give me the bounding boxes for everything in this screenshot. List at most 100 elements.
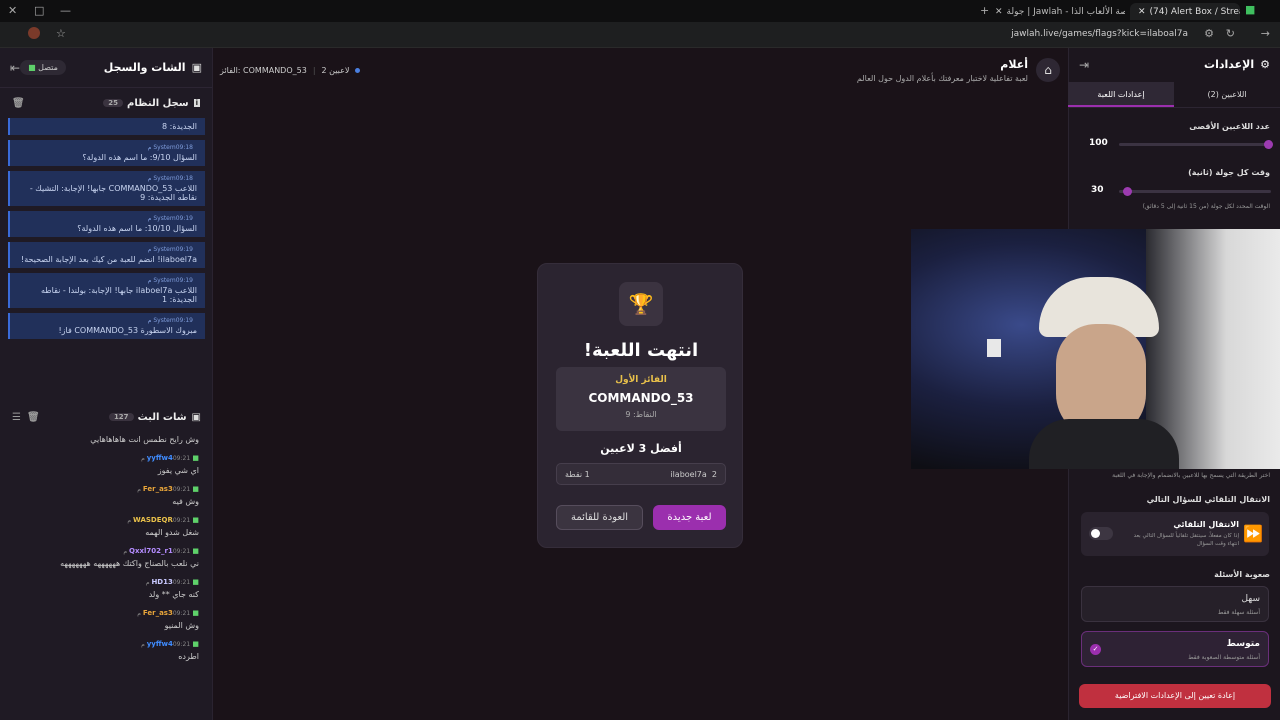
modal-title: انتهت اللعبة! bbox=[583, 340, 699, 361]
trash-icon[interactable]: 🗑 bbox=[12, 98, 25, 109]
profile-avatar[interactable] bbox=[28, 27, 40, 39]
chat-bubble-icon: ▣ bbox=[191, 61, 202, 74]
difficulty-easy-option[interactable]: سهل أسئلة سهلة فقط bbox=[1081, 586, 1269, 622]
chat-username[interactable]: Fer_as3 bbox=[143, 485, 173, 493]
chat-message-meta: ■ Fer_as309:21 م bbox=[10, 609, 199, 617]
syslog-entry: System09:19 م مبروك الاسطورة COMMANDO_53 … bbox=[8, 313, 205, 339]
syslog-entry: System09:19 م اللاعب ilaboel7a جابها! الإ… bbox=[8, 273, 205, 308]
leader-score: 1 نقطة bbox=[565, 469, 590, 479]
reload-icon[interactable]: ↻ bbox=[1226, 27, 1235, 40]
auto-next-section: الانتقال التلقائي للسؤال التالي bbox=[1146, 495, 1270, 504]
chat-username[interactable]: yyffw4 bbox=[147, 454, 173, 462]
window-close-icon[interactable]: ✕ bbox=[8, 4, 17, 17]
chat-text: وش رايح نطمس انت هاهاهاهايي bbox=[90, 435, 199, 444]
join-hint: اختر الطريقة التي يسمح بها للاعبين بالان… bbox=[1112, 472, 1270, 479]
auto-next-title: الانتقال التلقائي bbox=[1173, 520, 1239, 529]
players-count: 2 لاعبين bbox=[321, 66, 350, 75]
trash-icon[interactable]: 🗑 bbox=[27, 412, 40, 423]
chat-message: ■ HD1309:21 م كنه جاي ** ولد bbox=[0, 574, 213, 605]
extension-icon[interactable]: ■ bbox=[1245, 3, 1255, 16]
kick-icon: ■ bbox=[190, 547, 199, 555]
chat-panel-header: ⇤ ■ متصل الشات والسجل ▣ bbox=[0, 48, 212, 88]
tab-streamlabs[interactable]: ✕ (74) Alert Box / Streamlabs bbox=[1130, 3, 1240, 20]
window-minimize-icon[interactable]: — bbox=[60, 4, 71, 17]
tab-players[interactable]: اللاعبين (2) bbox=[1174, 82, 1280, 107]
back-icon[interactable]: → bbox=[1261, 27, 1270, 40]
webcam-shirt bbox=[1029, 419, 1179, 469]
syslog-text: مبروك الاسطورة COMMANDO_53 فاز! bbox=[58, 326, 197, 335]
round-time-hint: الوقت المحدد لكل جولة (من 15 ثانية إلى 5… bbox=[1142, 203, 1270, 210]
filter-icon[interactable]: ☰ bbox=[12, 412, 21, 423]
browser-tab-bar: ✕ □ — ✕ (74) Alert Box / Streamlabs ✕ جو… bbox=[0, 0, 1280, 22]
winner-label: الفائز: COMMANDO_53 bbox=[220, 66, 307, 75]
collapse-panel-icon[interactable]: ⇤ bbox=[10, 61, 20, 75]
chat-username[interactable]: Fer_as3 bbox=[143, 609, 173, 617]
chat-message-meta: ■ Qxxl702_r109:21 م bbox=[10, 547, 199, 555]
max-players-slider[interactable] bbox=[1119, 140, 1273, 149]
fast-forward-icon: ⏩ bbox=[1243, 524, 1263, 543]
collapse-panel-icon[interactable]: ⇥ bbox=[1079, 58, 1089, 72]
status-badge: ■ متصل bbox=[20, 60, 66, 75]
address-bar: ☆ jawlah.live/games/flags?kick=ilaboal7a… bbox=[0, 22, 1280, 48]
kick-icon: ■ bbox=[190, 578, 199, 586]
leader-rank: 2 bbox=[711, 469, 717, 479]
syslog-title: سجل النظام bbox=[127, 97, 189, 109]
auto-next-toggle[interactable] bbox=[1089, 527, 1113, 540]
chat-username[interactable]: HD13 bbox=[151, 578, 172, 586]
chat-text: شغل شدو الهمه bbox=[145, 528, 199, 537]
difficulty-medium-option[interactable]: متوسط أسئلة متوسطة الصعوبة فقط ✓ bbox=[1081, 631, 1269, 667]
chat-username[interactable]: yyffw4 bbox=[147, 640, 173, 648]
slider-handle[interactable] bbox=[1263, 140, 1273, 149]
game-top-bar: الفائز: COMMANDO_53 | 2 لاعبين أعلام لعب… bbox=[220, 58, 1060, 102]
tab-jawlah[interactable]: ✕ جولة | Jawlah - منصة الألعاب الذا bbox=[995, 3, 1125, 20]
star-icon[interactable]: ☆ bbox=[56, 27, 66, 40]
url-field[interactable]: jawlah.live/games/flags?kick=ilaboal7a bbox=[1011, 29, 1188, 39]
auto-next-desc: إذا كان مفعلاً، سينتقل تلقائياً للسؤال ا… bbox=[1133, 533, 1239, 547]
close-icon[interactable]: ✕ bbox=[1138, 7, 1146, 17]
close-icon[interactable]: ✕ bbox=[995, 7, 1003, 17]
syslog-text: الجديدة: 8 bbox=[162, 122, 197, 131]
syslog-entry-meta: System09:18 م bbox=[18, 144, 197, 151]
chat-message: وش رايح نطمس انت هاهاهاهايي bbox=[0, 431, 213, 450]
reset-defaults-button[interactable]: إعادة تعيين إلى الإعدادات الافتراضية bbox=[1079, 684, 1271, 708]
easy-title: سهل bbox=[1241, 594, 1260, 604]
new-tab-icon[interactable]: + bbox=[980, 4, 989, 17]
back-to-menu-button[interactable]: العودة للقائمة bbox=[556, 505, 643, 530]
syslog-entry-meta: System09:19 م bbox=[18, 246, 197, 253]
syslog-sender: System bbox=[153, 144, 176, 151]
chat-username[interactable]: Qxxl702_r1 bbox=[129, 547, 173, 555]
chat-text: وش المنيو bbox=[164, 621, 199, 630]
webcam-overlay bbox=[911, 229, 1280, 469]
chat-bubble-icon: ▣ bbox=[191, 411, 201, 423]
chat-text: كنه جاي ** ولد bbox=[148, 590, 199, 599]
slider-handle[interactable] bbox=[1122, 187, 1132, 196]
syslog-count: 25 bbox=[103, 99, 124, 107]
syslog-entry: System09:18 م اللاعب COMMANDO_53 جابها! ا… bbox=[8, 171, 205, 206]
livechat-count: 127 bbox=[108, 413, 134, 421]
window-maximize-icon[interactable]: □ bbox=[34, 4, 44, 17]
game-description: لعبة تفاعلية لاختبار معرفتك بأعلام الدول… bbox=[856, 74, 1028, 83]
livechat-header: ☰ 🗑 127 شات البث ▣ bbox=[0, 406, 213, 428]
home-button[interactable]: ⌂ bbox=[1036, 58, 1060, 82]
game-title: أعلام bbox=[1000, 58, 1028, 71]
syslog-list: الجديدة: 8 System09:18 م السؤال 9/10: ما ا… bbox=[8, 118, 205, 398]
winner-name: COMMANDO_53 bbox=[588, 391, 694, 405]
syslog-text: ilaboel7a! انضم للعبة من كيك بعد الإجابة… bbox=[21, 255, 197, 264]
round-time-value: 30 bbox=[1091, 185, 1104, 195]
medium-title: متوسط bbox=[1226, 639, 1260, 649]
tab-game-settings[interactable]: إعدادات اللعبة bbox=[1068, 82, 1174, 107]
chat-username[interactable]: WASDEQR bbox=[133, 516, 173, 524]
kick-icon: ■ bbox=[190, 516, 199, 524]
new-game-button[interactable]: لعبة جديدة bbox=[653, 505, 726, 530]
easy-desc: أسئلة سهلة فقط bbox=[1217, 609, 1260, 616]
top-players-title: أفضل 3 لاعبين bbox=[600, 442, 682, 455]
tune-icon[interactable]: ⚙ bbox=[1204, 27, 1214, 40]
syslog-sender: System bbox=[153, 215, 176, 222]
round-time-slider[interactable] bbox=[1119, 187, 1271, 196]
syslog-sender: System bbox=[153, 277, 176, 284]
live-dot bbox=[355, 68, 361, 73]
kick-icon: ■ bbox=[190, 609, 199, 617]
syslog-entry-meta: System09:18 م bbox=[18, 175, 197, 182]
check-icon: ✓ bbox=[1090, 644, 1101, 655]
chat-text: وش فيه bbox=[172, 497, 199, 506]
